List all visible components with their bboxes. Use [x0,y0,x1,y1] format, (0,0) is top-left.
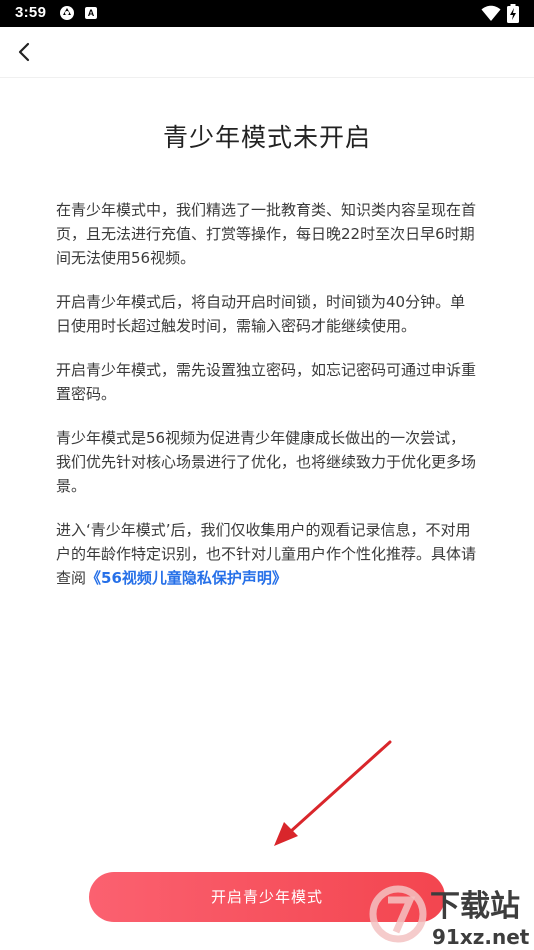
status-bar: 3:59 A [0,0,534,27]
description-paragraph: 青少年模式是56视频为促进青少年健康成长做出的一次尝试，我们优先针对核心场景进行… [56,429,477,495]
description-content: 在青少年模式中，我们精选了一批教育类、知识类内容呈现在首页，且无法进行充值、打赏… [56,198,478,610]
description-paragraph: 在青少年模式中，我们精选了一批教育类、知识类内容呈现在首页，且无法进行充值、打赏… [56,201,477,267]
annotation-arrow [274,740,392,846]
page-title: 青少年模式未开启 [162,123,371,152]
nav-bar [0,27,534,78]
watermark-domain: 91xz.net [432,925,530,949]
description-paragraph: 开启青少年模式，需先设置独立密码，如忘记密码可通过申诉重置密码。 [56,361,477,403]
privacy-policy-link[interactable]: 《56视频儿童隐私保护声明》 [86,569,287,587]
privacy-paragraph: 进入‘青少年模式’后，我们仅收集用户的观看记录信息，不对用户的年龄作特定识别，也… [56,518,478,590]
notification-a-icon: A [85,7,97,19]
vpn-icon [60,6,74,20]
chevron-left-icon [18,42,30,62]
back-button[interactable] [10,37,40,67]
enable-teen-mode-button[interactable]: 开启青少年模式 [89,872,445,922]
status-time: 3:59 [15,4,47,21]
wifi-icon [481,5,501,21]
description-paragraph: 开启青少年模式后，将自动开启时间锁，时间锁为40分钟。单日使用时长超过触发时间，… [56,293,466,335]
battery-charging-icon [507,4,519,23]
